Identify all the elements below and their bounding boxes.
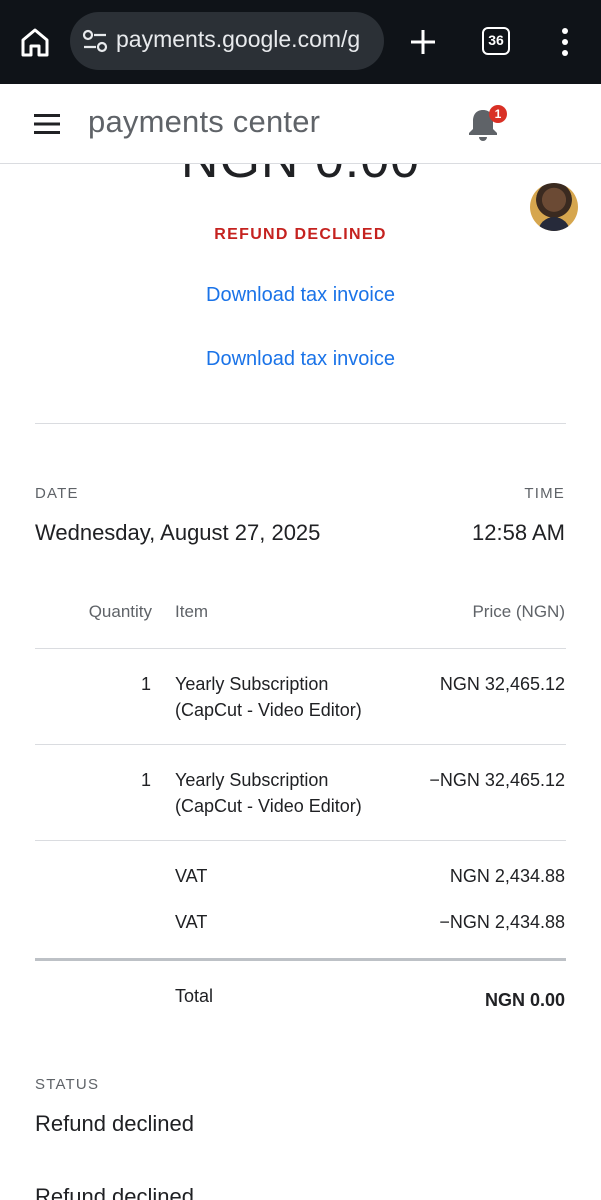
avatar-figure xyxy=(538,217,570,231)
row-item-app: (CapCut - Video Editor) xyxy=(175,700,362,720)
more-vert-icon[interactable] xyxy=(553,26,577,58)
column-header-quantity: Quantity xyxy=(88,602,152,621)
status-history-entry: Refund declined xyxy=(35,1184,195,1200)
row-item-app: (CapCut - Video Editor) xyxy=(175,796,362,816)
page-title: payments center xyxy=(88,104,321,139)
tax-price: −NGN 2,434.88 xyxy=(439,912,565,932)
url-text[interactable]: payments.google.com/g xyxy=(116,26,360,53)
row-quantity: 1 xyxy=(140,674,151,694)
time-value: 12:58 AM xyxy=(472,520,565,545)
site-settings-icon[interactable] xyxy=(82,29,108,53)
app-header: payments center 1 xyxy=(0,84,601,231)
column-header-item: Item xyxy=(175,602,209,621)
divider xyxy=(35,744,566,745)
hamburger-menu-icon[interactable] xyxy=(32,112,62,136)
new-tab-icon[interactable] xyxy=(408,27,438,57)
divider xyxy=(35,840,566,841)
refund-status-label: REFUND DECLINED xyxy=(214,226,387,243)
tab-switcher-button[interactable]: 36 xyxy=(482,27,510,55)
row-price: −NGN 32,465.12 xyxy=(429,770,565,790)
date-label: DATE xyxy=(35,485,79,502)
row-item-name: Yearly Subscription xyxy=(175,770,329,790)
download-tax-invoice-link[interactable]: Download tax invoice xyxy=(0,284,601,307)
avatar[interactable] xyxy=(530,183,578,231)
divider xyxy=(35,648,566,649)
status-label: STATUS xyxy=(35,1076,100,1093)
home-icon[interactable] xyxy=(18,25,52,59)
status-value: Refund declined xyxy=(35,1111,195,1136)
download-tax-invoice-link[interactable]: Download tax invoice xyxy=(0,348,601,371)
total-divider xyxy=(35,958,566,961)
tax-label: VAT xyxy=(175,866,208,886)
row-item-name: Yearly Subscription xyxy=(175,674,329,694)
total-label: Total xyxy=(175,986,214,1006)
total-value: NGN 0.00 xyxy=(484,990,565,1010)
column-header-price: Price (NGN) xyxy=(472,602,565,621)
tax-price: NGN 2,434.88 xyxy=(449,866,565,886)
notification-badge: 1 xyxy=(489,105,507,123)
divider xyxy=(35,423,566,424)
time-label: TIME xyxy=(524,485,565,502)
tax-label: VAT xyxy=(175,912,208,932)
address-bar[interactable]: payments.google.com/g xyxy=(70,12,384,70)
browser-toolbar: payments.google.com/g 36 xyxy=(0,0,601,84)
row-quantity: 1 xyxy=(140,770,151,790)
row-price: NGN 32,465.12 xyxy=(439,674,565,694)
date-value: Wednesday, August 27, 2025 xyxy=(35,520,321,545)
